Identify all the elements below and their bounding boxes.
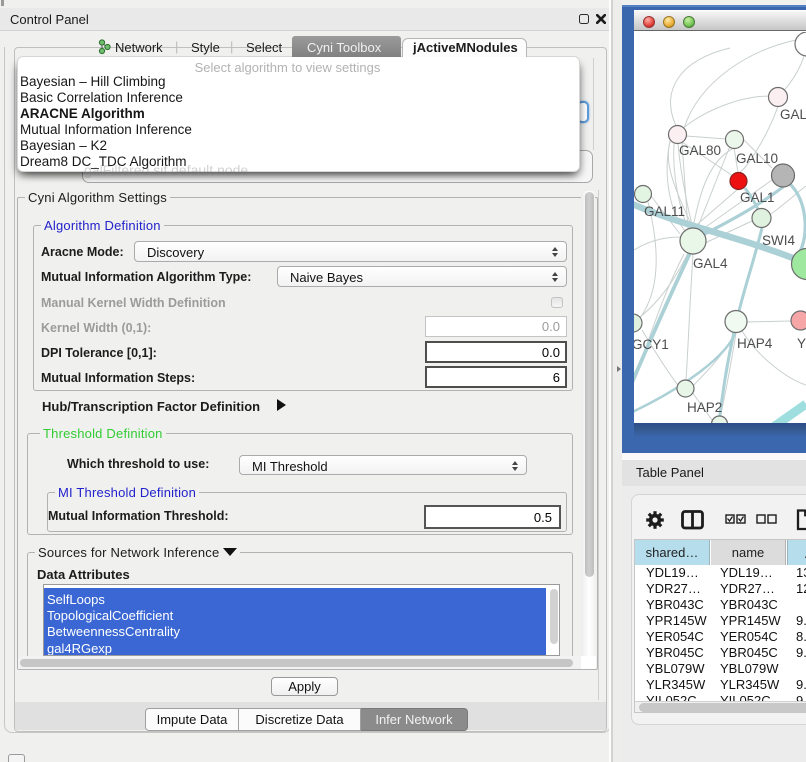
svg-text:GAL4: GAL4 xyxy=(693,256,728,271)
svg-text:GAL80: GAL80 xyxy=(679,143,721,158)
svg-text:GCY1: GCY1 xyxy=(634,337,669,352)
svg-text:GAL1: GAL1 xyxy=(740,190,775,205)
svg-text:HAP2: HAP2 xyxy=(687,400,722,415)
svg-text:GAL10: GAL10 xyxy=(736,151,778,166)
svg-text:HAP4: HAP4 xyxy=(737,336,773,351)
svg-text:GAL11: GAL11 xyxy=(644,204,685,219)
svg-text:Y: Y xyxy=(797,336,806,351)
svg-text:GAL2: GAL2 xyxy=(780,107,806,122)
svg-text:SWI4: SWI4 xyxy=(762,233,795,248)
